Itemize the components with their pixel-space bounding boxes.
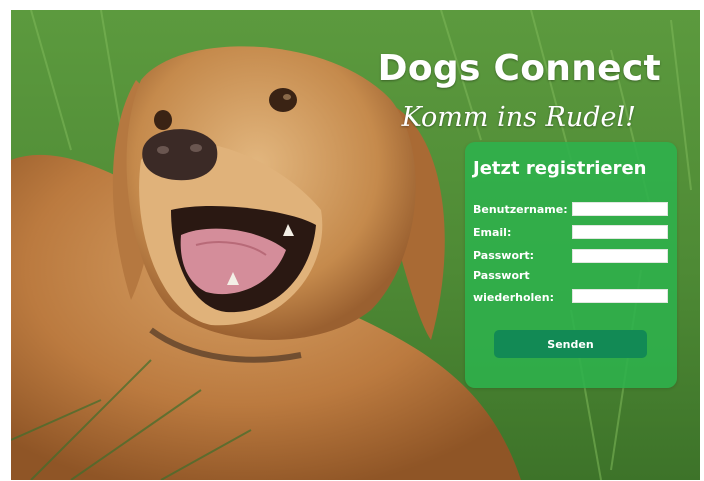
- password-repeat-label-line1: Passwort: [473, 269, 530, 282]
- password-repeat-input[interactable]: [572, 289, 668, 303]
- registration-panel: Jetzt registrieren Benutzername: Email: …: [465, 142, 677, 388]
- brand-subtitle: Komm ins Rudel!: [401, 102, 636, 133]
- email-input[interactable]: [572, 225, 668, 239]
- brand-title: Dogs Connect: [377, 48, 661, 89]
- submit-button[interactable]: Senden: [494, 330, 647, 358]
- email-label: Email:: [473, 226, 512, 239]
- username-label: Benutzername:: [473, 203, 568, 216]
- username-input[interactable]: [572, 202, 668, 216]
- password-repeat-label-line2: wiederholen:: [473, 291, 555, 304]
- password-label: Passwort:: [473, 249, 535, 262]
- hero-section: Dogs Connect Komm ins Rudel! Jetzt regis…: [11, 10, 700, 480]
- registration-heading: Jetzt registrieren: [473, 158, 647, 179]
- password-input[interactable]: [572, 249, 668, 263]
